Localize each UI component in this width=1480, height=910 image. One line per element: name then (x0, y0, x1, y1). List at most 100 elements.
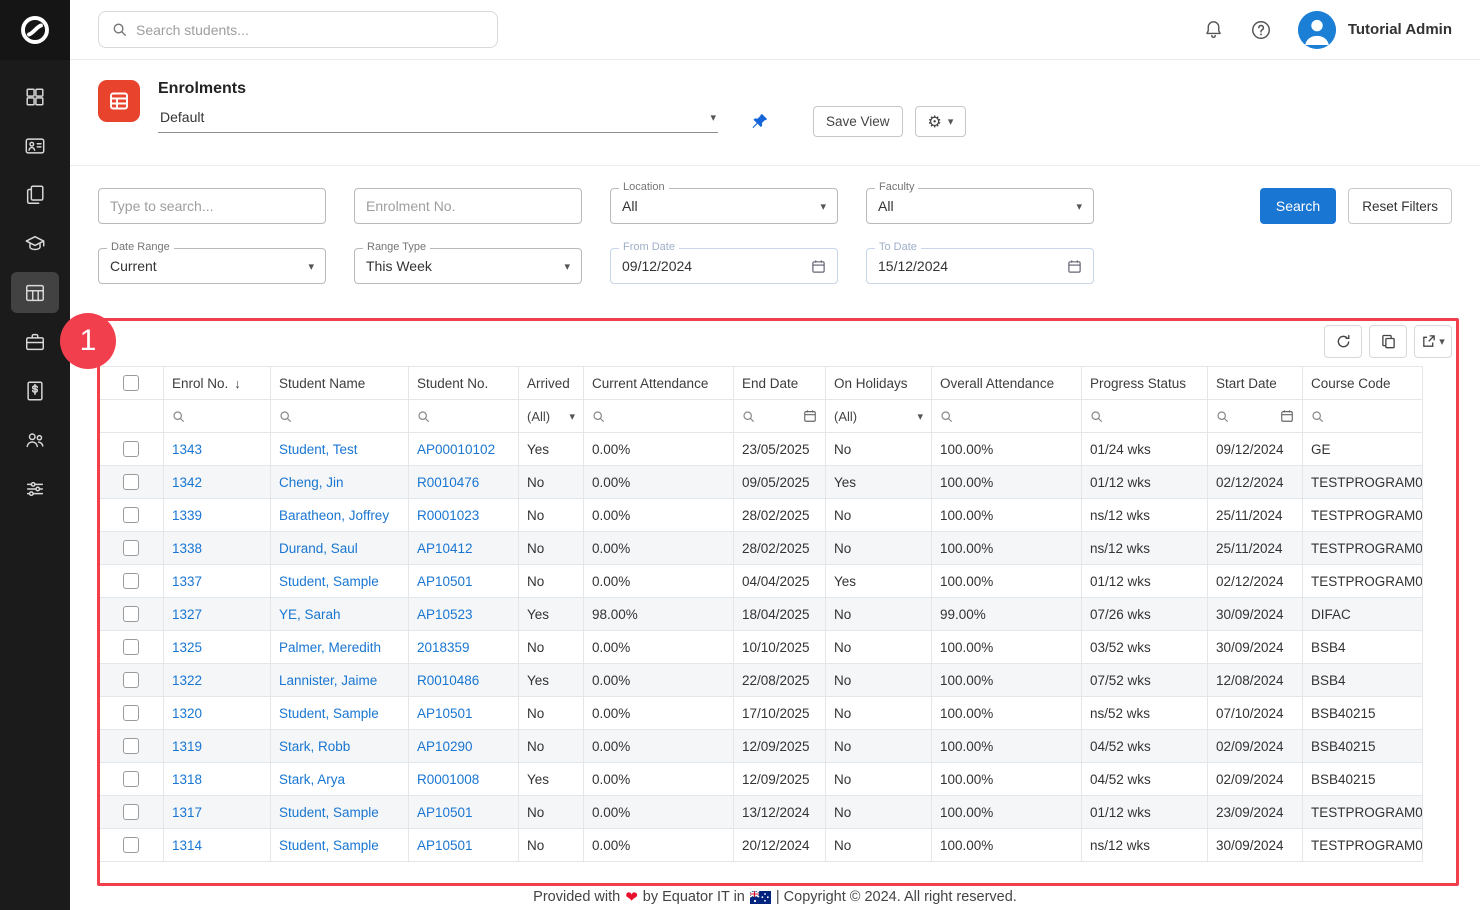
sidebar-item-jobs[interactable] (11, 321, 59, 362)
column-header-end_date[interactable]: End Date (734, 367, 826, 400)
column-search-icon[interactable] (742, 410, 755, 423)
student-name-link[interactable]: Student, Sample (279, 838, 379, 853)
student-no-link[interactable]: R0010476 (417, 475, 479, 490)
enrolment-no-input[interactable] (366, 198, 570, 214)
student-no-link[interactable]: AP10501 (417, 706, 473, 721)
copy-button[interactable] (1369, 325, 1407, 358)
sidebar-item-enrolments[interactable] (11, 272, 59, 313)
sidebar-item-courses[interactable] (11, 223, 59, 264)
student-no-link[interactable]: AP10412 (417, 541, 473, 556)
student-no-link[interactable]: AP10523 (417, 607, 473, 622)
enrol-no-link[interactable]: 1317 (172, 805, 202, 820)
help-icon[interactable] (1250, 19, 1272, 41)
enrol-no-link[interactable]: 1314 (172, 838, 202, 853)
student-name-link[interactable]: Durand, Saul (279, 541, 358, 556)
row-checkbox[interactable] (123, 573, 139, 589)
student-no-link[interactable]: R0001023 (417, 508, 479, 523)
enrol-no-link[interactable]: 1338 (172, 541, 202, 556)
column-calendar-icon[interactable] (1280, 409, 1294, 423)
column-filter-select-on_holidays[interactable]: (All)▾ (834, 409, 923, 424)
enrol-no-link[interactable]: 1343 (172, 442, 202, 457)
sidebar-item-documents[interactable] (11, 174, 59, 215)
select-all-checkbox[interactable] (123, 375, 139, 391)
sidebar-item-invoices[interactable] (11, 370, 59, 411)
row-checkbox[interactable] (123, 705, 139, 721)
column-header-progress_status[interactable]: Progress Status (1082, 367, 1208, 400)
student-name-link[interactable]: Baratheon, Joffrey (279, 508, 389, 523)
student-name-link[interactable]: Student, Test (279, 442, 358, 457)
column-search-icon[interactable] (279, 410, 400, 423)
column-filter-select-arrived[interactable]: (All)▾ (527, 409, 575, 424)
enrol-no-link[interactable]: 1320 (172, 706, 202, 721)
pin-view-button[interactable] (750, 112, 769, 136)
column-search-icon[interactable] (417, 410, 510, 423)
student-name-link[interactable]: Palmer, Meredith (279, 640, 381, 655)
refresh-button[interactable] (1324, 325, 1362, 358)
enrol-no-link[interactable]: 1337 (172, 574, 202, 589)
enrol-no-link[interactable]: 1322 (172, 673, 202, 688)
keyword-input[interactable] (110, 198, 314, 214)
student-search-input[interactable] (136, 22, 484, 38)
student-no-link[interactable]: AP10501 (417, 574, 473, 589)
column-header-enrol_no[interactable]: Enrol No.↓ (164, 367, 271, 400)
column-search-icon[interactable] (1311, 410, 1414, 423)
student-name-link[interactable]: Student, Sample (279, 706, 379, 721)
student-no-link[interactable]: 2018359 (417, 640, 470, 655)
student-no-link[interactable]: R0010486 (417, 673, 479, 688)
student-name-link[interactable]: Stark, Arya (279, 772, 345, 787)
search-button[interactable]: Search (1260, 188, 1336, 224)
student-search-box[interactable] (98, 11, 498, 48)
row-checkbox[interactable] (123, 639, 139, 655)
row-checkbox[interactable] (123, 738, 139, 754)
date-range-select[interactable]: Date Range Current ▾ (98, 248, 326, 284)
row-checkbox[interactable] (123, 606, 139, 622)
user-menu[interactable]: Tutorial Admin (1298, 11, 1452, 49)
sidebar-item-dashboard[interactable] (11, 76, 59, 117)
student-no-link[interactable]: AP10501 (417, 838, 473, 853)
column-search-icon[interactable] (940, 410, 1073, 423)
column-search-icon[interactable] (172, 410, 262, 423)
row-checkbox[interactable] (123, 474, 139, 490)
column-search-icon[interactable] (1216, 410, 1229, 423)
enrolment-no-filter[interactable] (354, 188, 582, 224)
column-header-on_holidays[interactable]: On Holidays (826, 367, 932, 400)
column-header-start_date[interactable]: Start Date (1208, 367, 1303, 400)
column-search-icon[interactable] (1090, 410, 1199, 423)
save-view-button[interactable]: Save View (813, 106, 903, 137)
column-header-student_no[interactable]: Student No. (409, 367, 519, 400)
enrol-no-link[interactable]: 1339 (172, 508, 202, 523)
student-name-link[interactable]: YE, Sarah (279, 607, 341, 622)
column-search-icon[interactable] (592, 410, 725, 423)
export-button[interactable]: ▾ (1414, 325, 1452, 358)
view-settings-button[interactable]: ⚙ ▾ (915, 106, 967, 137)
app-logo[interactable] (0, 0, 70, 60)
student-no-link[interactable]: AP00010102 (417, 442, 495, 457)
column-header-current_attendance[interactable]: Current Attendance (584, 367, 734, 400)
range-type-select[interactable]: Range Type This Week ▾ (354, 248, 582, 284)
column-header-overall_attendance[interactable]: Overall Attendance (932, 367, 1082, 400)
reset-filters-button[interactable]: Reset Filters (1348, 188, 1452, 224)
row-checkbox[interactable] (123, 507, 139, 523)
row-checkbox[interactable] (123, 837, 139, 853)
student-no-link[interactable]: AP10501 (417, 805, 473, 820)
student-name-link[interactable]: Student, Sample (279, 574, 379, 589)
student-name-link[interactable]: Stark, Robb (279, 739, 350, 754)
enrol-no-link[interactable]: 1319 (172, 739, 202, 754)
column-header-student_name[interactable]: Student Name (271, 367, 409, 400)
column-header-arrived[interactable]: Arrived (519, 367, 584, 400)
column-header-course_code[interactable]: Course Code (1303, 367, 1423, 400)
to-date-input[interactable]: To Date 15/12/2024 (866, 248, 1094, 284)
row-checkbox[interactable] (123, 804, 139, 820)
student-name-link[interactable]: Cheng, Jin (279, 475, 344, 490)
sidebar-item-settings[interactable] (11, 468, 59, 509)
sidebar-item-students[interactable] (11, 125, 59, 166)
student-name-link[interactable]: Student, Sample (279, 805, 379, 820)
from-date-input[interactable]: From Date 09/12/2024 (610, 248, 838, 284)
row-checkbox[interactable] (123, 540, 139, 556)
row-checkbox[interactable] (123, 771, 139, 787)
enrol-no-link[interactable]: 1342 (172, 475, 202, 490)
row-checkbox[interactable] (123, 672, 139, 688)
notifications-bell-icon[interactable] (1203, 19, 1224, 40)
student-no-link[interactable]: AP10290 (417, 739, 473, 754)
student-name-link[interactable]: Lannister, Jaime (279, 673, 377, 688)
